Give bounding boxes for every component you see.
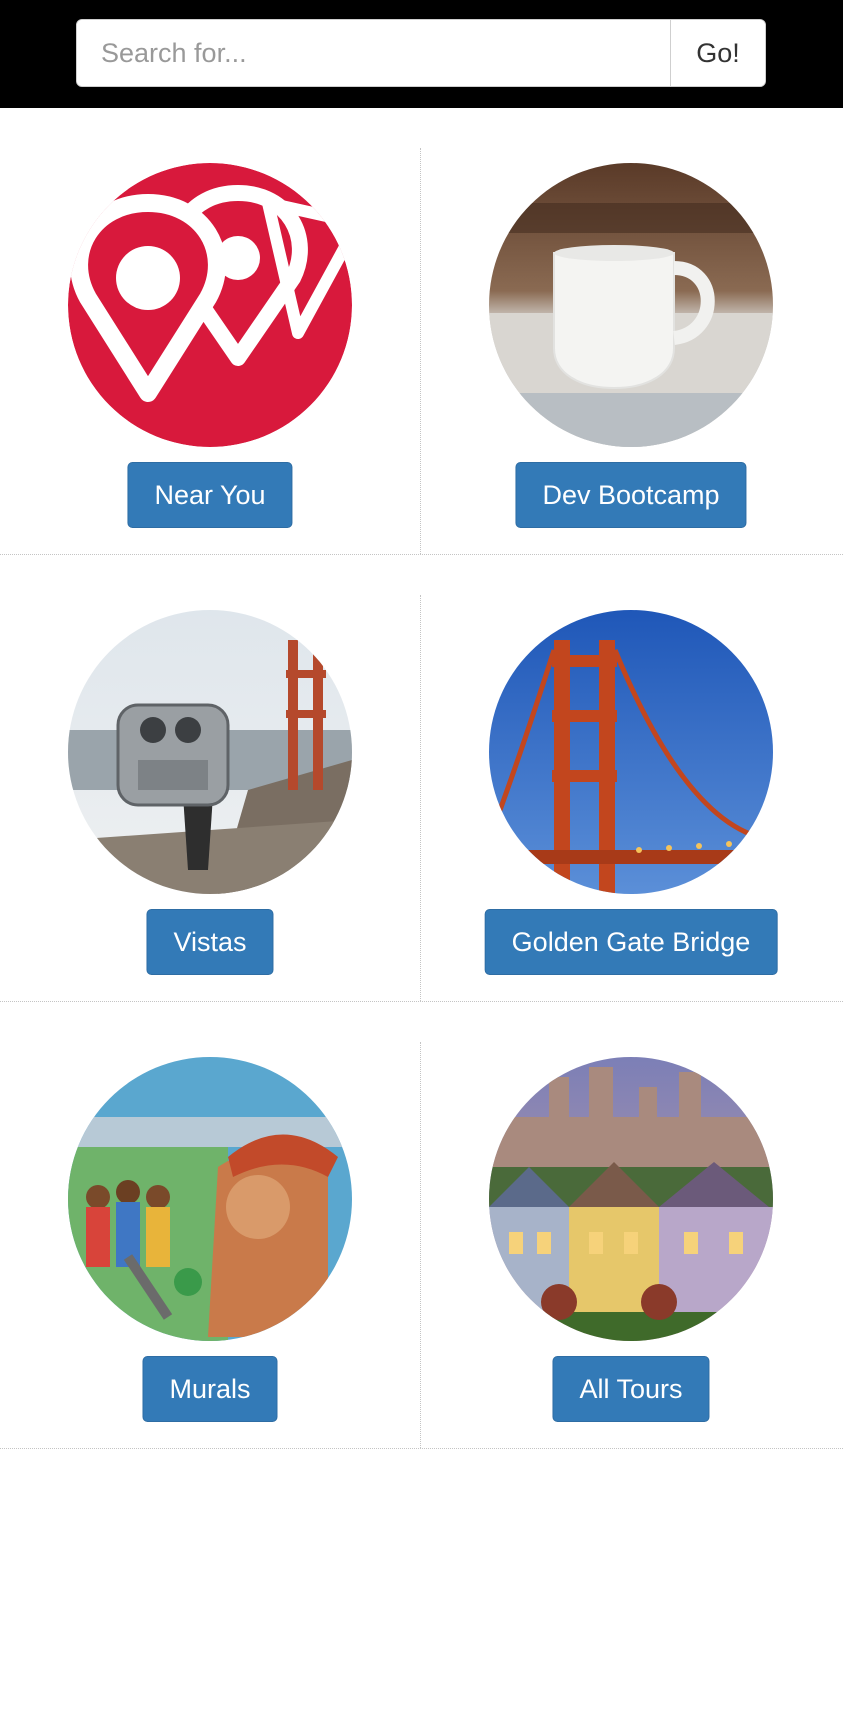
grid-row: Murals All Tours xyxy=(0,1002,843,1449)
painted-ladies-houses-image[interactable] xyxy=(489,1057,773,1341)
top-search-bar: Go! xyxy=(0,0,843,108)
murals-button[interactable]: Murals xyxy=(142,1356,278,1422)
search-group: Go! xyxy=(76,19,766,87)
category-card-dev-bootcamp: Dev Bootcamp xyxy=(421,108,841,554)
category-card-all-tours: All Tours xyxy=(421,1002,841,1448)
go-button[interactable]: Go! xyxy=(670,20,765,86)
near-you-button[interactable]: Near You xyxy=(127,462,293,528)
golden-gate-bridge-button[interactable]: Golden Gate Bridge xyxy=(484,909,778,975)
viewer-binoculars-image[interactable] xyxy=(68,610,352,894)
category-grid: Near You Dev Bootcamp Vistas Golden Gate… xyxy=(0,108,843,1449)
category-card-near-you: Near You xyxy=(0,108,420,554)
coffee-mug-image[interactable] xyxy=(489,163,773,447)
all-tours-button[interactable]: All Tours xyxy=(552,1356,710,1422)
grid-row: Vistas Golden Gate Bridge xyxy=(0,555,843,1002)
category-card-golden-gate-bridge: Golden Gate Bridge xyxy=(421,555,841,1001)
golden-gate-bridge-image[interactable] xyxy=(489,610,773,894)
street-mural-image[interactable] xyxy=(68,1057,352,1341)
grid-row: Near You Dev Bootcamp xyxy=(0,108,843,555)
vistas-button[interactable]: Vistas xyxy=(146,909,274,975)
search-input[interactable] xyxy=(77,20,670,86)
category-card-murals: Murals xyxy=(0,1002,420,1448)
map-pins-logo-image[interactable] xyxy=(68,163,352,447)
dev-bootcamp-button[interactable]: Dev Bootcamp xyxy=(515,462,747,528)
category-card-vistas: Vistas xyxy=(0,555,420,1001)
